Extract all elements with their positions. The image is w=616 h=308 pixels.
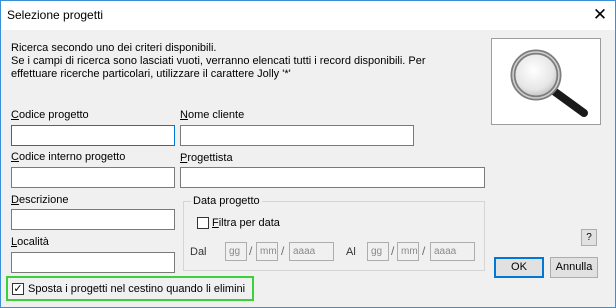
dal-month-field[interactable]: mm bbox=[256, 242, 278, 261]
ok-button[interactable]: OK bbox=[494, 257, 544, 278]
magnifying-glass-icon bbox=[510, 49, 588, 117]
nome-cliente-input[interactable] bbox=[180, 125, 414, 146]
dal-day-field[interactable]: gg bbox=[225, 242, 247, 261]
label-codice-progetto: Codice progetto bbox=[11, 109, 89, 121]
al-label: Al bbox=[346, 246, 356, 258]
intro-line-1: Ricerca secondo uno dei criteri disponib… bbox=[11, 42, 217, 54]
help-button[interactable]: ? bbox=[581, 229, 597, 246]
localita-input[interactable] bbox=[11, 252, 175, 273]
data-progetto-title: Data progetto bbox=[191, 195, 262, 207]
codice-interno-input[interactable] bbox=[11, 167, 175, 188]
label-codice-interno: Codice interno progetto bbox=[11, 151, 126, 163]
al-month-field[interactable]: mm bbox=[397, 242, 419, 261]
title-bar: Selezione progetti ✕ bbox=[1, 1, 615, 30]
window-title: Selezione progetti bbox=[7, 8, 104, 22]
dal-label: Dal bbox=[190, 246, 207, 258]
al-separator-2: / bbox=[422, 244, 426, 258]
dal-year-field[interactable]: aaaa bbox=[289, 242, 334, 261]
project-selection-dialog: Selezione progetti ✕ Ricerca secondo uno… bbox=[0, 0, 616, 308]
trash-option-label: Sposta i progetti nel cestino quando li … bbox=[28, 283, 246, 295]
filtra-per-data-checkbox[interactable] bbox=[197, 217, 209, 229]
intro-line-3: effettuare ricerche particolari, utilizz… bbox=[11, 68, 291, 80]
label-nome-cliente: Nome cliente bbox=[180, 109, 245, 121]
close-icon[interactable]: ✕ bbox=[589, 5, 611, 25]
intro-line-2: Se i campi di ricerca sono lasciati vuot… bbox=[11, 55, 426, 67]
progettista-input[interactable] bbox=[180, 167, 485, 188]
codice-progetto-input[interactable] bbox=[11, 125, 175, 146]
intro-text: Ricerca secondo uno dei criteri disponib… bbox=[11, 42, 451, 81]
al-day-field[interactable]: gg bbox=[367, 242, 389, 261]
label-localita: Località bbox=[11, 236, 49, 248]
label-descrizione: Descrizione bbox=[11, 194, 69, 206]
filtra-per-data-label: Filtra per data bbox=[212, 217, 280, 229]
cancel-button[interactable]: Annulla bbox=[550, 257, 598, 278]
dal-separator-1: / bbox=[249, 244, 253, 258]
al-separator-1: / bbox=[391, 244, 395, 258]
trash-option-checkbox[interactable]: ✓ bbox=[12, 283, 24, 295]
label-progettista: Progettista bbox=[180, 152, 233, 164]
search-image-box bbox=[491, 38, 601, 125]
descrizione-input[interactable] bbox=[11, 209, 175, 230]
dal-separator-2: / bbox=[281, 244, 285, 258]
al-year-field[interactable]: aaaa bbox=[430, 242, 475, 261]
